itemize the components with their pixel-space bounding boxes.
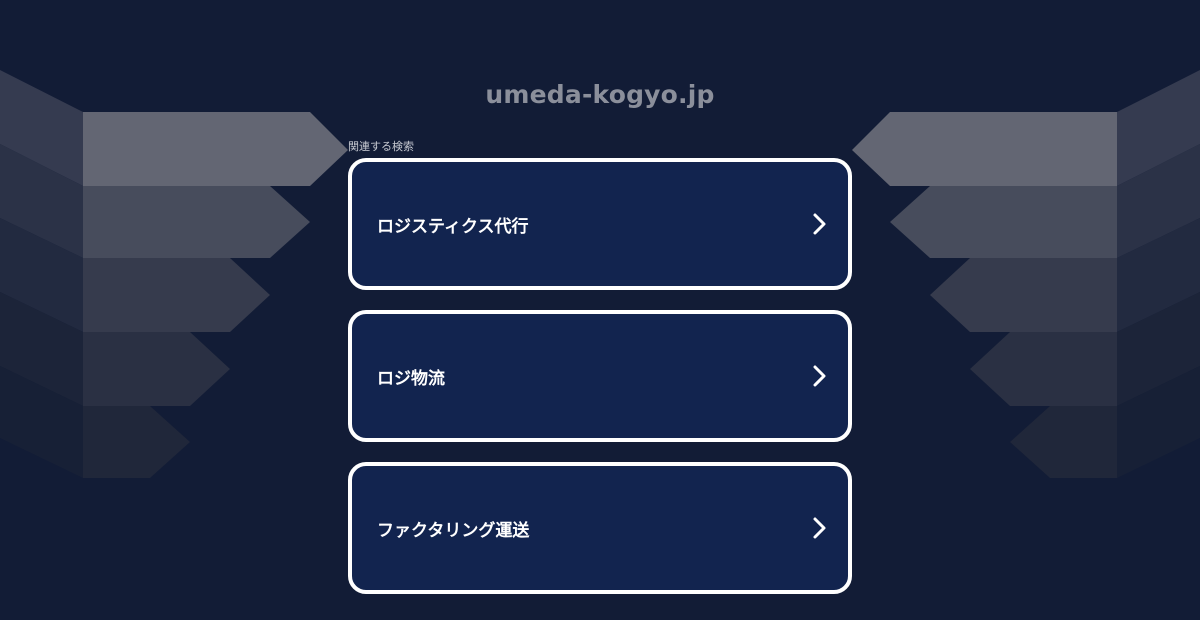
related-link-label: ロジスティクス代行 xyxy=(377,216,529,237)
related-links-list: ロジスティクス代行 ロジ物流 ファクタリング運送 xyxy=(348,158,852,614)
domain-title: umeda-kogyo.jp xyxy=(485,80,715,109)
chevron-right-icon xyxy=(813,365,826,387)
related-link-3[interactable]: ファクタリング運送 xyxy=(348,462,852,594)
related-link-label: ファクタリング運送 xyxy=(377,520,530,541)
chevron-right-icon xyxy=(813,517,826,539)
parked-domain-page: umeda-kogyo.jp 関連する検索 ロジスティクス代行 ロジ物流 ファク… xyxy=(0,0,1200,620)
related-link-label: ロジ物流 xyxy=(377,368,445,389)
related-searches-label: 関連する検索 xyxy=(348,140,414,153)
related-link-2[interactable]: ロジ物流 xyxy=(348,310,852,442)
related-link-1[interactable]: ロジスティクス代行 xyxy=(348,158,852,290)
chevron-right-icon xyxy=(813,213,826,235)
